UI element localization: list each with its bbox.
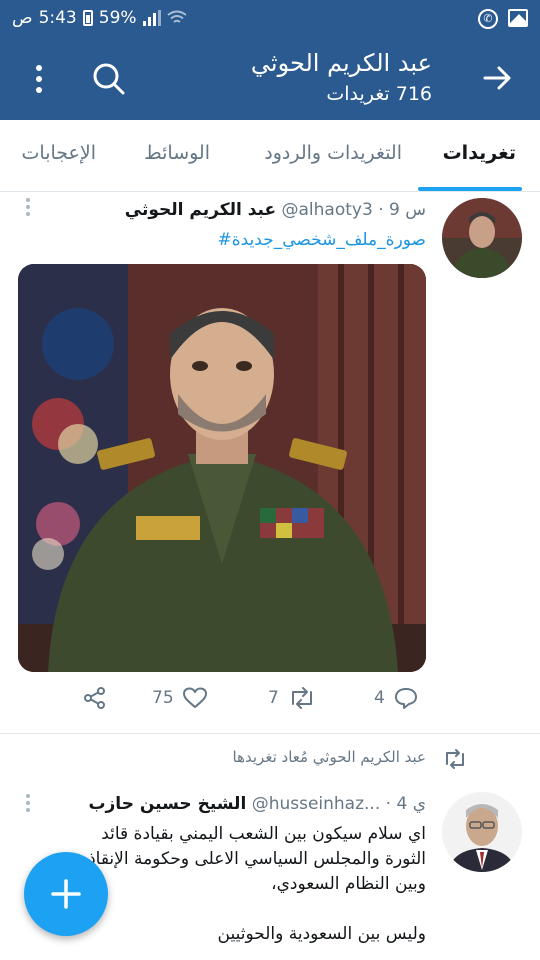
like-count: 75 <box>152 688 174 708</box>
time-suffix: ص <box>12 8 33 28</box>
tab-media[interactable]: الوسائط <box>144 142 210 164</box>
status-right: ✆ <box>478 9 528 29</box>
status-left: ص 5:43 59% <box>12 8 187 28</box>
tab-likes[interactable]: الإعجابات <box>22 142 96 164</box>
avatar[interactable] <box>442 792 522 872</box>
whatsapp-icon: ✆ <box>478 9 498 29</box>
reply-icon <box>394 688 417 709</box>
retweet-count: 7 <box>268 688 279 708</box>
search-icon[interactable] <box>92 62 126 96</box>
tweet-time: 9 س <box>389 200 426 220</box>
more-vertical-icon[interactable] <box>28 62 50 96</box>
tweet-header: عبد الكريم الحوثي @alhaoty3 · 9 س <box>125 200 426 220</box>
image-notification-icon <box>508 9 528 27</box>
active-tab-indicator <box>418 187 522 191</box>
like-icon <box>182 687 207 708</box>
retweeted-by-label[interactable]: عبد الكريم الحوثي مُعاد تغريدها <box>233 748 426 766</box>
tweet-count: 716 تغريدات <box>326 83 432 105</box>
retweet-action[interactable]: 7 <box>268 686 317 710</box>
clock: 5:43 <box>38 8 77 28</box>
dot-separator: · <box>378 200 384 220</box>
tweet-hashtag[interactable]: #صورة_ملف_شخصي_جديدة <box>217 230 426 250</box>
compose-tweet-button[interactable] <box>24 852 108 936</box>
battery-icon <box>82 10 93 26</box>
tweet-time: 4 ي <box>396 794 426 814</box>
tweet-menu-icon[interactable] <box>24 794 32 816</box>
back-arrow-icon[interactable] <box>482 60 512 96</box>
tweet-photo[interactable] <box>18 264 426 672</box>
dot-separator: · <box>385 794 392 814</box>
profile-name: عبد الكريم الحوثي <box>250 49 432 77</box>
wifi-icon <box>166 10 187 23</box>
tab-tweets[interactable]: تغريدات <box>443 142 516 164</box>
profile-header: عبد الكريم الحوثي 716 تغريدات <box>0 38 540 120</box>
reply-count: 4 <box>374 688 385 708</box>
tweet-divider <box>0 733 540 734</box>
avatar[interactable] <box>442 198 522 278</box>
tweet-text-line: اي سلام سيكون بين الشعب اليمني بقيادة قا… <box>101 824 426 844</box>
tweet-actions: 4 7 75 <box>0 686 540 722</box>
retweet-icon <box>291 687 312 709</box>
status-bar: ص 5:43 59% ✆ <box>0 0 540 38</box>
header-titles: عبد الكريم الحوثي 716 تغريدات <box>251 46 432 108</box>
author-handle[interactable]: @alhaoty3 <box>282 200 373 220</box>
share-action[interactable] <box>82 686 108 710</box>
author-name[interactable]: الشيخ حسين حازب <box>88 794 246 814</box>
share-icon <box>84 687 105 709</box>
battery-level: 59% <box>98 8 137 28</box>
tweet-header: الشيخ حسين حازب @husseinhaz... · 4 ي <box>88 794 426 814</box>
author-name[interactable]: عبد الكريم الحوثي <box>125 200 276 220</box>
like-action[interactable]: 75 <box>152 686 208 710</box>
author-handle[interactable]: @husseinhaz... <box>252 794 381 814</box>
tab-tweets-replies[interactable]: التغريدات والردود <box>264 142 402 164</box>
tweet-menu-icon[interactable] <box>24 198 32 220</box>
profile-tabs: تغريدات التغريدات والردود الوسائط الإعجا… <box>0 120 540 192</box>
signal-icon <box>142 10 161 26</box>
retweeted-indicator-icon <box>446 749 464 769</box>
plus-icon <box>51 879 81 909</box>
reply-action[interactable]: 4 <box>374 686 419 710</box>
